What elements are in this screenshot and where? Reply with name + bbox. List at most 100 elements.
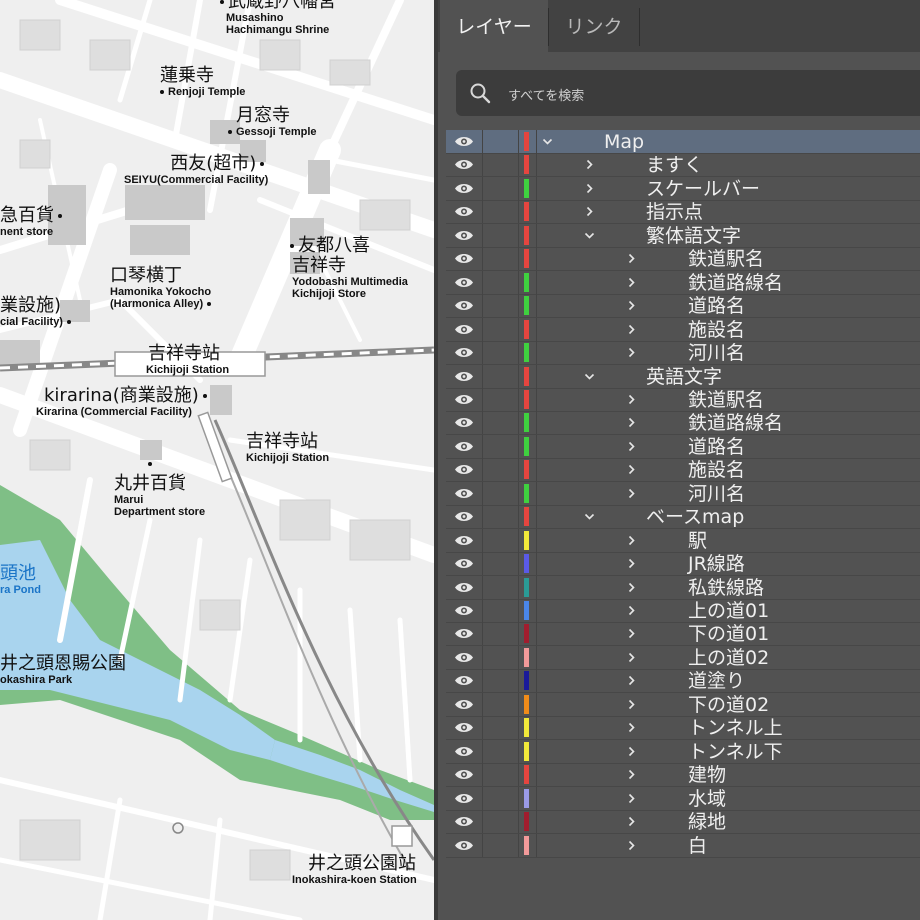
tab-layers[interactable]: レイヤー	[440, 0, 548, 52]
eye-icon[interactable]	[454, 581, 474, 594]
chevron-right-icon[interactable]	[626, 746, 637, 757]
chevron-right-icon[interactable]	[626, 277, 637, 288]
layer-row[interactable]: 鉄道駅名	[446, 388, 920, 412]
layer-row[interactable]: 緑地	[446, 810, 920, 834]
layer-row[interactable]: 繁体語文字	[446, 224, 920, 248]
eye-icon[interactable]	[454, 416, 474, 429]
panel-splitter[interactable]	[434, 0, 438, 920]
column-divider	[482, 200, 483, 223]
eye-icon[interactable]	[454, 463, 474, 476]
layer-row[interactable]: 下の道02	[446, 693, 920, 717]
layer-row[interactable]: 鉄道駅名	[446, 247, 920, 271]
eye-icon[interactable]	[454, 815, 474, 828]
chevron-right-icon[interactable]	[626, 464, 637, 475]
layer-row[interactable]: 英語文字	[446, 365, 920, 389]
chevron-down-icon[interactable]	[584, 371, 595, 382]
layer-row[interactable]: 河川名	[446, 482, 920, 506]
eye-icon[interactable]	[454, 252, 474, 265]
chevron-right-icon[interactable]	[626, 417, 637, 428]
eye-icon[interactable]	[454, 698, 474, 711]
eye-icon[interactable]	[454, 534, 474, 547]
eye-icon[interactable]	[454, 393, 474, 406]
eye-icon[interactable]	[454, 721, 474, 734]
layer-row[interactable]: 水域	[446, 787, 920, 811]
eye-icon[interactable]	[454, 299, 474, 312]
chevron-right-icon[interactable]	[584, 206, 595, 217]
layer-row[interactable]: 施設名	[446, 458, 920, 482]
map-view[interactable]: 武蔵野八幡宮 Musashino Hachimangu Shrine 蓮乗寺 Re…	[0, 0, 434, 920]
layer-row[interactable]: スケールバー	[446, 177, 920, 201]
eye-icon[interactable]	[454, 839, 474, 852]
eye-icon[interactable]	[454, 745, 474, 758]
chevron-right-icon[interactable]	[626, 394, 637, 405]
layer-row[interactable]: 道塗り	[446, 669, 920, 693]
eye-icon[interactable]	[454, 323, 474, 336]
eye-icon[interactable]	[454, 440, 474, 453]
eye-icon[interactable]	[454, 135, 474, 148]
eye-icon[interactable]	[454, 792, 474, 805]
chevron-right-icon[interactable]	[626, 675, 637, 686]
layer-row[interactable]: 河川名	[446, 341, 920, 365]
chevron-right-icon[interactable]	[626, 840, 637, 851]
layer-row[interactable]: 指示点	[446, 200, 920, 224]
chevron-down-icon[interactable]	[542, 136, 553, 147]
eye-icon[interactable]	[454, 510, 474, 523]
layer-row[interactable]: Map	[446, 130, 920, 154]
layer-row[interactable]: トンネル上	[446, 716, 920, 740]
eye-icon[interactable]	[454, 557, 474, 570]
layer-row[interactable]: トンネル下	[446, 740, 920, 764]
layer-row[interactable]: 下の道01	[446, 622, 920, 646]
search-field[interactable]: すべてを検索	[456, 70, 920, 116]
chevron-down-icon[interactable]	[584, 511, 595, 522]
layer-row[interactable]: 白	[446, 834, 920, 858]
layer-row[interactable]: 鉄道路線名	[446, 271, 920, 295]
chevron-right-icon[interactable]	[626, 300, 637, 311]
chevron-right-icon[interactable]	[626, 347, 637, 358]
layer-row[interactable]: 上の道02	[446, 646, 920, 670]
chevron-right-icon[interactable]	[626, 628, 637, 639]
eye-icon[interactable]	[454, 627, 474, 640]
chevron-right-icon[interactable]	[626, 793, 637, 804]
eye-icon[interactable]	[454, 346, 474, 359]
layer-row[interactable]: ますく	[446, 153, 920, 177]
eye-icon[interactable]	[454, 158, 474, 171]
layer-row[interactable]: ベースmap	[446, 505, 920, 529]
layer-row[interactable]: 施設名	[446, 318, 920, 342]
chevron-right-icon[interactable]	[626, 488, 637, 499]
chevron-right-icon[interactable]	[626, 558, 637, 569]
chevron-down-icon[interactable]	[584, 230, 595, 241]
eye-icon[interactable]	[454, 182, 474, 195]
eye-icon[interactable]	[454, 604, 474, 617]
layer-row[interactable]: 建物	[446, 763, 920, 787]
layer-row[interactable]: 上の道01	[446, 599, 920, 623]
layer-row[interactable]: 駅	[446, 529, 920, 553]
column-divider	[482, 716, 483, 739]
chevron-right-icon[interactable]	[584, 183, 595, 194]
eye-icon[interactable]	[454, 276, 474, 289]
chevron-right-icon[interactable]	[626, 605, 637, 616]
chevron-right-icon[interactable]	[626, 769, 637, 780]
eye-icon[interactable]	[454, 205, 474, 218]
layer-row[interactable]: 私鉄線路	[446, 576, 920, 600]
chevron-right-icon[interactable]	[626, 582, 637, 593]
eye-icon[interactable]	[454, 674, 474, 687]
layer-row[interactable]: JR線路	[446, 552, 920, 576]
chevron-right-icon[interactable]	[626, 535, 637, 546]
eye-icon[interactable]	[454, 229, 474, 242]
chevron-right-icon[interactable]	[626, 652, 637, 663]
layer-row[interactable]: 道路名	[446, 435, 920, 459]
layer-row[interactable]: 鉄道路線名	[446, 411, 920, 435]
eye-icon[interactable]	[454, 487, 474, 500]
layer-row[interactable]: 道路名	[446, 294, 920, 318]
eye-icon[interactable]	[454, 370, 474, 383]
eye-icon[interactable]	[454, 768, 474, 781]
eye-icon[interactable]	[454, 651, 474, 664]
chevron-right-icon[interactable]	[626, 253, 637, 264]
chevron-right-icon[interactable]	[626, 816, 637, 827]
chevron-right-icon[interactable]	[626, 441, 637, 452]
chevron-right-icon[interactable]	[584, 159, 595, 170]
chevron-right-icon[interactable]	[626, 722, 637, 733]
chevron-right-icon[interactable]	[626, 699, 637, 710]
chevron-right-icon[interactable]	[626, 324, 637, 335]
tab-links[interactable]: リンク	[549, 0, 639, 52]
